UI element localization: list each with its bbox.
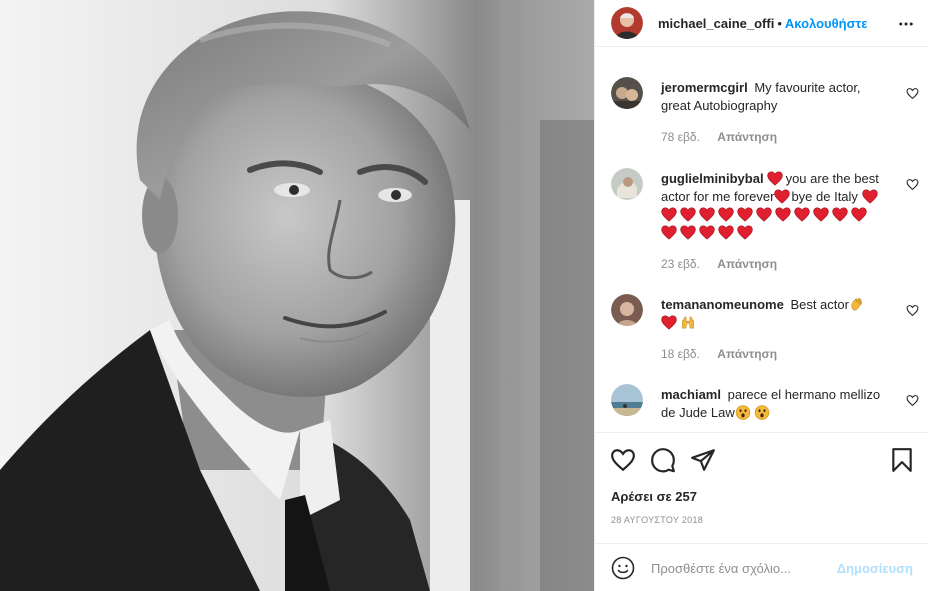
- author-avatar[interactable]: [611, 7, 643, 39]
- comment-like-heart-icon[interactable]: [906, 178, 919, 191]
- red-heart-emoji: [737, 207, 753, 222]
- comment-meta: 18 εβδ. Απάντηση: [661, 347, 777, 361]
- portrait-image: [0, 0, 594, 591]
- action-bar: Αρέσει σε 257 28 ΑΥΓΟΥΣΤΟΥ 2018: [595, 432, 928, 525]
- red-heart-emoji: [718, 207, 734, 222]
- commenter-avatar[interactable]: [611, 294, 643, 326]
- paper-plane-icon[interactable]: [690, 447, 716, 473]
- commenter-username[interactable]: machiaml: [661, 387, 721, 402]
- comment-bubble-icon[interactable]: [650, 447, 676, 473]
- post-header: michael_caine_offi • Ακολουθήστε: [595, 0, 928, 47]
- commenter-username[interactable]: temananomeunome: [661, 297, 784, 312]
- red-heart-emoji: [813, 207, 829, 222]
- commenter-avatar[interactable]: [611, 384, 643, 416]
- comment-input[interactable]: [651, 557, 831, 579]
- heart-icon[interactable]: [610, 447, 636, 473]
- comment-composer: Δημοσίευση: [595, 543, 928, 591]
- comment-meta: 78 εβδ. Απάντηση: [661, 130, 777, 144]
- commenter-username[interactable]: guglielminibybal: [661, 171, 764, 186]
- smiley-icon[interactable]: [611, 556, 635, 580]
- reply-button[interactable]: Απάντηση: [717, 347, 777, 361]
- author-username[interactable]: michael_caine_offi: [658, 16, 774, 31]
- comment-like-heart-icon[interactable]: [906, 394, 919, 407]
- red-heart-emoji: [862, 189, 878, 204]
- red-heart-emoji: [737, 225, 753, 240]
- comment-text: machiaml parece el hermano mellizo de Ju…: [661, 386, 887, 422]
- commenter-avatar[interactable]: [611, 77, 643, 109]
- surprised-face-emoji: [754, 405, 770, 420]
- commenter-username[interactable]: jeromermcgirl: [661, 80, 748, 95]
- comment-age: 78 εβδ.: [661, 130, 700, 144]
- red-heart-emoji: [699, 207, 715, 222]
- surprised-face-emoji: [735, 405, 751, 420]
- red-heart-emoji: [832, 207, 848, 222]
- red-heart-emoji: [767, 171, 783, 186]
- comment-age: 23 εβδ.: [661, 257, 700, 271]
- red-heart-emoji: [794, 207, 810, 222]
- comment-meta: 23 εβδ. Απάντηση: [661, 257, 777, 271]
- reply-button[interactable]: Απάντηση: [717, 130, 777, 144]
- comment-text: guglielminibybal you are the best actor f…: [661, 170, 887, 242]
- red-heart-emoji: [718, 225, 734, 240]
- red-heart-emoji: [680, 225, 696, 240]
- header-separator: •: [777, 15, 782, 31]
- more-options-icon[interactable]: [897, 15, 915, 33]
- commenter-avatar[interactable]: [611, 168, 643, 200]
- comment-like-heart-icon[interactable]: [906, 304, 919, 317]
- comment-text: jeromermcgirl My favourite actor, great …: [661, 79, 887, 115]
- red-heart-emoji: [661, 225, 677, 240]
- post-date: 28 ΑΥΓΟΥΣΤΟΥ 2018: [611, 515, 704, 525]
- follow-button[interactable]: Ακολουθήστε: [785, 16, 868, 31]
- post-panel: michael_caine_offi • Ακολουθήστε jeromer…: [594, 0, 928, 591]
- red-heart-emoji: [775, 207, 791, 222]
- red-heart-emoji: [851, 207, 867, 222]
- red-heart-emoji: [680, 207, 696, 222]
- red-heart-emoji: [661, 315, 677, 330]
- red-heart-emoji: [699, 225, 715, 240]
- comment-text: temananomeunome Best actor: [661, 296, 887, 332]
- comment-list[interactable]: jeromermcgirl My favourite actor, great …: [595, 47, 928, 432]
- comment-age: 18 εβδ.: [661, 347, 700, 361]
- raised-hands-emoji: [680, 315, 696, 330]
- red-heart-emoji: [756, 207, 772, 222]
- publish-button[interactable]: Δημοσίευση: [837, 561, 913, 576]
- post-photo[interactable]: [0, 0, 594, 591]
- reply-button[interactable]: Απάντηση: [717, 257, 777, 271]
- comment-message-continued: bye de Italy: [791, 189, 858, 204]
- comment-like-heart-icon[interactable]: [906, 87, 919, 100]
- red-heart-emoji: [774, 189, 790, 204]
- comment-message: Best actor: [790, 297, 849, 312]
- bookmark-icon[interactable]: [889, 447, 915, 473]
- likes-count[interactable]: Αρέσει σε 257: [611, 489, 697, 504]
- red-heart-emoji: [661, 207, 677, 222]
- clapping-hands-emoji: [849, 297, 865, 312]
